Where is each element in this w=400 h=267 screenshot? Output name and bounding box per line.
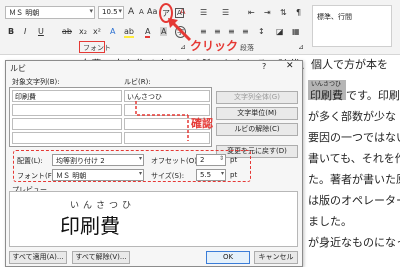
cancel-button[interactable]: キャンセル bbox=[254, 251, 298, 264]
ribbon: ＭＳ 明朝 ▾ 10.5 ▾ A A Aa A ア A B I U ab x₂ … bbox=[0, 0, 400, 55]
indent-icon[interactable]: ⇥ bbox=[264, 8, 271, 17]
help-button[interactable]: ? bbox=[262, 62, 266, 71]
font-label: フォント(F): bbox=[17, 172, 57, 180]
chevron-down-icon: ▾ bbox=[138, 170, 142, 177]
italic-button[interactable]: I bbox=[24, 27, 26, 36]
size-label: サイズ(S): bbox=[151, 172, 185, 180]
underline-button[interactable]: U bbox=[38, 27, 44, 36]
shrink-font-button[interactable]: A bbox=[139, 8, 144, 16]
style-gallery[interactable]: 標準、行間 bbox=[312, 5, 392, 47]
confirm-annotation: 確認 bbox=[191, 117, 213, 130]
chevron-down-icon: ▾ bbox=[118, 7, 122, 15]
paragraph-mark-icon[interactable]: ¶ bbox=[296, 8, 301, 17]
align-label: 配置(L): bbox=[17, 157, 43, 165]
font-size-select[interactable]: 10.5 ▾ bbox=[98, 6, 124, 19]
offset-label: オフセット(O): bbox=[151, 157, 200, 165]
doc-line-4: 要因の一つではない bbox=[308, 131, 400, 144]
subscript-button[interactable]: x₂ bbox=[79, 27, 87, 36]
spinner-icon: ⇕ bbox=[218, 155, 224, 162]
justify-icon[interactable]: ≡ bbox=[242, 27, 249, 36]
change-case-button[interactable]: Aa bbox=[147, 7, 157, 16]
preview-base-text: 印刷費 bbox=[60, 214, 120, 238]
strikethrough-button[interactable]: ab bbox=[62, 27, 72, 36]
size-unit: pt bbox=[230, 171, 238, 179]
font-group-highlight-box bbox=[79, 41, 105, 53]
close-button[interactable]: ✕ bbox=[286, 61, 294, 71]
string-all-button[interactable]: 文字列全体(G) bbox=[216, 91, 298, 104]
align-select[interactable]: 均等割り付け 2 ▾ bbox=[52, 154, 144, 166]
offset-value: 2 bbox=[200, 156, 205, 164]
borders-icon[interactable]: ▦ bbox=[292, 27, 300, 36]
ruby-dialog: ルビ ? ✕ 対象文字列(B): ルビ(R): 印刷費 いんさつひ 文字列全体(… bbox=[5, 60, 303, 267]
text-effects-button[interactable]: A bbox=[110, 27, 115, 36]
remove-all-button[interactable]: すべて解除(V)... bbox=[72, 251, 130, 264]
align-right-icon[interactable]: ≡ bbox=[228, 27, 235, 36]
ruby-label: ルビ(R): bbox=[124, 78, 151, 86]
chevron-down-icon: ▾ bbox=[89, 7, 93, 15]
font-value: ＭＳ 明朝 bbox=[56, 172, 87, 180]
numbering-icon[interactable]: ☰ bbox=[222, 8, 229, 17]
doc-line-6: た。著者が書いた原 bbox=[308, 173, 400, 186]
doc-line-7: は版のオペレーター bbox=[308, 194, 400, 207]
size-value: 5.5 bbox=[200, 171, 212, 179]
superscript-button[interactable]: x² bbox=[93, 27, 101, 36]
offset-unit: pt bbox=[230, 156, 238, 164]
font-name-value: ＭＳ 明朝 bbox=[9, 9, 40, 17]
style-short[interactable]: 、行間 bbox=[331, 13, 352, 21]
dialog-title: ルビ bbox=[10, 64, 26, 73]
doc-line-5: 書いても、それを作 bbox=[308, 152, 400, 165]
style-normal[interactable]: 標準 bbox=[317, 13, 331, 21]
highlight-button[interactable]: ab bbox=[124, 27, 134, 38]
align-value: 均等割り付け 2 bbox=[56, 157, 105, 165]
click-annotation: クリック bbox=[190, 39, 239, 53]
ok-button[interactable]: OK bbox=[206, 251, 250, 264]
font-size-value: 10.5 bbox=[102, 8, 118, 16]
line-spacing-icon[interactable]: ↕ bbox=[258, 27, 265, 36]
doc-line-8: ました。 bbox=[308, 215, 352, 228]
paragraph-shading-icon[interactable]: ◪ bbox=[276, 27, 284, 36]
apply-all-button[interactable]: すべて適用(A)... bbox=[9, 251, 67, 264]
offset-input[interactable]: 2 ⇕ bbox=[196, 154, 226, 166]
target-string-cell-empty[interactable] bbox=[12, 104, 122, 116]
target-string-cell-empty[interactable] bbox=[12, 132, 122, 144]
size-select[interactable]: 5.5 ▾ bbox=[196, 169, 226, 181]
doc-line-9: が身近なものになって bbox=[308, 236, 400, 249]
font-color-button[interactable]: A bbox=[145, 27, 151, 38]
doc-line-3: が多く部数が少な bbox=[308, 110, 396, 123]
target-string-label: 対象文字列(B): bbox=[12, 78, 60, 86]
paragraph-dialog-launcher-icon[interactable]: ⊿ bbox=[298, 43, 304, 51]
outdent-icon[interactable]: ⇤ bbox=[248, 8, 255, 17]
font-name-select[interactable]: ＭＳ 明朝 ▾ bbox=[5, 6, 95, 19]
doc-word-highlighted: 印刷費 bbox=[310, 89, 343, 102]
target-string-cell[interactable]: 印刷費 bbox=[12, 90, 122, 102]
doc-line-2-rest: です。印刷費 bbox=[346, 89, 400, 102]
target-string-cell-empty[interactable] bbox=[12, 118, 122, 130]
font-select[interactable]: ＭＳ 明朝 ▾ bbox=[52, 169, 144, 181]
char-unit-button[interactable]: 文字単位(M) bbox=[216, 107, 298, 120]
grow-font-button[interactable]: A bbox=[128, 7, 134, 17]
preview-pane: いんさつひ 印刷費 bbox=[9, 191, 298, 247]
bold-button[interactable]: B bbox=[8, 27, 14, 36]
chevron-down-icon: ▾ bbox=[138, 155, 142, 162]
remove-ruby-button[interactable]: ルビの解除(C) bbox=[216, 123, 298, 136]
chevron-down-icon: ▾ bbox=[220, 170, 224, 177]
paragraph-group-label: 段落 bbox=[240, 44, 254, 52]
sort-icon[interactable]: ⇅ bbox=[280, 8, 287, 17]
